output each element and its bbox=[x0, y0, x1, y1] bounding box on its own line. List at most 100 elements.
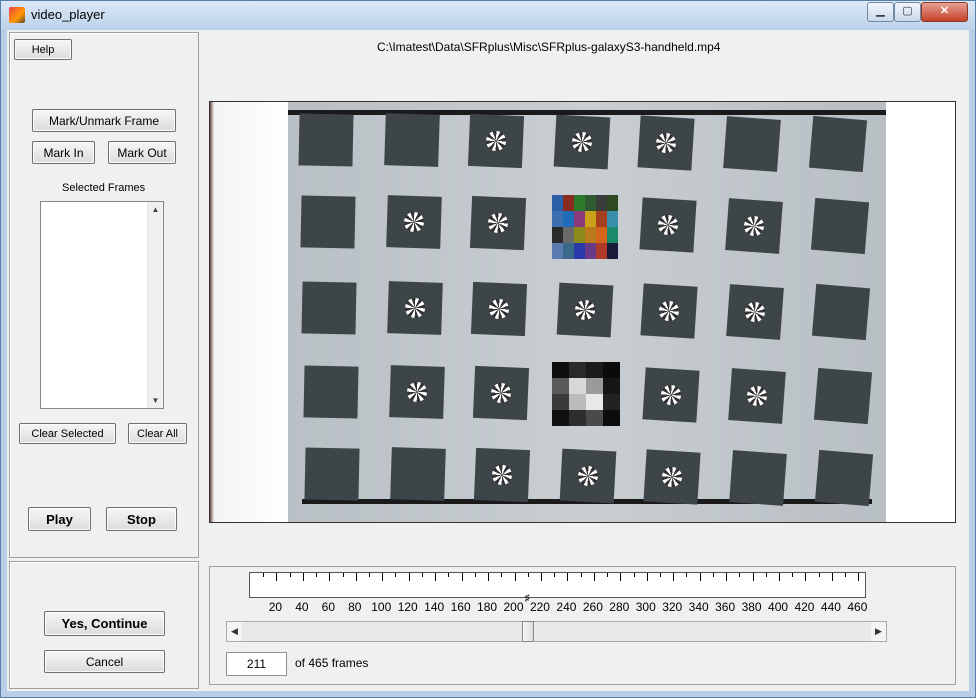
color-patch bbox=[574, 227, 585, 243]
sfr-target-icon bbox=[487, 212, 508, 234]
actions-panel: Yes, Continue Cancel bbox=[9, 561, 199, 689]
axis-tick bbox=[448, 573, 450, 577]
window-title: video_player bbox=[31, 7, 105, 22]
cancel-button[interactable]: Cancel bbox=[44, 650, 165, 673]
chart-square bbox=[808, 116, 868, 173]
axis-tick bbox=[779, 573, 781, 581]
chart-square bbox=[811, 284, 871, 341]
color-patch bbox=[574, 195, 585, 211]
axis-tick bbox=[263, 573, 265, 577]
axis-tick bbox=[739, 573, 741, 577]
window: video_player ▁ ▢ ✕ Help Mark/Unmark Fram… bbox=[0, 0, 976, 698]
chart-square bbox=[469, 196, 526, 251]
axis-tick bbox=[554, 573, 556, 577]
chart-square bbox=[388, 365, 445, 420]
gray-patch bbox=[569, 378, 586, 394]
color-patch bbox=[607, 227, 618, 243]
sfr-target-icon bbox=[406, 382, 427, 403]
frame-scrollbar[interactable]: ◀ ▶ bbox=[226, 621, 887, 642]
axis-tick bbox=[765, 573, 767, 577]
mark-out-button[interactable]: Mark Out bbox=[108, 141, 176, 164]
gray-patch bbox=[569, 362, 586, 378]
minimize-button[interactable]: ▁ bbox=[867, 2, 894, 22]
yes-continue-button[interactable]: Yes, Continue bbox=[44, 611, 165, 636]
clear-all-button[interactable]: Clear All bbox=[128, 423, 187, 444]
sfr-target-icon bbox=[658, 300, 680, 322]
sfr-target-icon bbox=[574, 299, 596, 321]
sfr-target-icon bbox=[485, 130, 507, 152]
sfr-target-icon bbox=[655, 132, 677, 154]
sfr-target-icon bbox=[745, 384, 768, 407]
sfr-target-icon bbox=[488, 298, 510, 320]
axis-tick bbox=[673, 573, 675, 581]
axis-tick bbox=[289, 573, 291, 577]
gray-patch bbox=[552, 362, 569, 378]
chart-square bbox=[727, 367, 786, 424]
clear-selected-button[interactable]: Clear Selected bbox=[19, 423, 116, 444]
sfr-target-icon bbox=[577, 465, 599, 487]
play-button[interactable]: Play bbox=[28, 507, 91, 531]
scroll-left-arrow-icon[interactable]: ◀ bbox=[227, 622, 242, 641]
axis-tick bbox=[408, 573, 410, 581]
video-frame[interactable]: SFRplus chart © Imatest LLC bbox=[209, 101, 956, 523]
scroll-down-arrow-icon[interactable]: ▼ bbox=[148, 393, 163, 408]
axis-tick bbox=[540, 573, 542, 581]
mark-unmark-frame-button[interactable]: Mark/Unmark Frame bbox=[32, 109, 176, 132]
total-frames-label: of 465 frames bbox=[295, 656, 369, 670]
axis-tick bbox=[435, 573, 437, 581]
client-area: Help Mark/Unmark Frame Mark In Mark Out … bbox=[7, 30, 969, 691]
scroll-right-arrow-icon[interactable]: ▶ bbox=[871, 622, 886, 641]
gray-patch bbox=[603, 362, 620, 378]
axis-tick bbox=[620, 573, 622, 581]
color-patch bbox=[563, 243, 574, 259]
chart-square bbox=[729, 449, 787, 506]
mark-in-button[interactable]: Mark In bbox=[32, 141, 95, 164]
chart-square bbox=[472, 366, 529, 421]
scroll-up-arrow-icon[interactable]: ▲ bbox=[148, 202, 163, 217]
sfr-target-icon bbox=[656, 214, 679, 236]
color-patch bbox=[563, 195, 574, 211]
gray-patch bbox=[552, 394, 569, 410]
close-button[interactable]: ✕ bbox=[921, 2, 968, 22]
chart-square bbox=[556, 282, 614, 338]
chart-watermark: SFRplus chart © Imatest LLC bbox=[776, 510, 855, 516]
axis-tick bbox=[302, 573, 304, 581]
chart-square bbox=[813, 368, 872, 425]
axis-tick bbox=[845, 573, 847, 577]
frame-axis: ♯ bbox=[249, 572, 866, 604]
color-patch bbox=[563, 227, 574, 243]
axis-tick bbox=[699, 573, 701, 581]
axis-tick bbox=[382, 573, 384, 581]
axis-tick bbox=[818, 573, 820, 577]
axis-tick bbox=[501, 573, 503, 577]
gray-patch bbox=[603, 378, 620, 394]
chart-square bbox=[385, 195, 442, 250]
current-frame-input[interactable]: 211 bbox=[226, 652, 287, 676]
chart-top-bar bbox=[288, 110, 886, 115]
selected-frames-list[interactable]: ▲ ▼ bbox=[40, 201, 164, 409]
help-button[interactable]: Help bbox=[14, 39, 72, 60]
chart-square bbox=[810, 198, 869, 255]
frame-scroll-thumb[interactable] bbox=[521, 621, 534, 642]
stop-button[interactable]: Stop bbox=[106, 507, 177, 531]
chart-square bbox=[301, 281, 357, 335]
axis-tick bbox=[316, 573, 318, 577]
axis-tick bbox=[514, 573, 516, 581]
sfr-target-icon bbox=[491, 464, 513, 486]
chart-square bbox=[302, 365, 359, 419]
color-patch bbox=[596, 227, 607, 243]
axis-tick bbox=[580, 573, 582, 577]
controls-panel: Help Mark/Unmark Frame Mark In Mark Out … bbox=[9, 32, 199, 558]
color-patch bbox=[585, 195, 596, 211]
color-patch bbox=[596, 243, 607, 259]
chart-square bbox=[724, 197, 783, 254]
maximize-button[interactable]: ▢ bbox=[894, 2, 921, 22]
axis-tick bbox=[660, 573, 661, 577]
color-patch bbox=[552, 195, 563, 211]
axis-tick bbox=[646, 573, 648, 581]
chart-square bbox=[387, 281, 443, 336]
gray-patch bbox=[569, 410, 586, 426]
title-bar[interactable]: video_player ▁ ▢ ✕ bbox=[1, 1, 975, 30]
list-scrollbar[interactable]: ▲ ▼ bbox=[147, 202, 163, 408]
color-patch bbox=[563, 211, 574, 227]
